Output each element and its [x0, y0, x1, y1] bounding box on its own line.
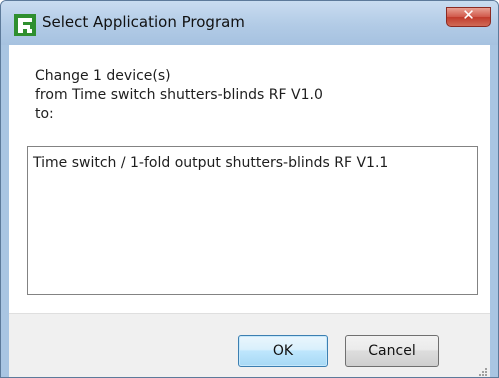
- cancel-button[interactable]: Cancel: [345, 335, 439, 367]
- message-line: Change 1 device(s): [35, 68, 171, 84]
- resize-grip-icon[interactable]: [478, 367, 488, 377]
- message-line: to:: [35, 106, 54, 122]
- dialog-window: Select Application Program ✕ Change 1 de…: [0, 0, 499, 378]
- close-icon: ✕: [462, 6, 475, 24]
- list-item[interactable]: Time switch / 1-fold output shutters-bli…: [30, 149, 475, 177]
- close-button[interactable]: ✕: [446, 6, 491, 27]
- button-bar: OK Cancel: [9, 313, 490, 377]
- dialog-body: Change 1 device(s) from Time switch shut…: [9, 45, 490, 377]
- window-title: Select Application Program: [42, 13, 245, 31]
- title-bar[interactable]: Select Application Program ✕: [1, 1, 498, 45]
- ets-app-icon: [14, 14, 36, 36]
- application-program-list[interactable]: Time switch / 1-fold output shutters-bli…: [27, 146, 478, 295]
- change-message: Change 1 device(s) from Time switch shut…: [35, 67, 323, 124]
- message-line: from Time switch shutters-blinds RF V1.0: [35, 87, 323, 103]
- ok-button[interactable]: OK: [238, 335, 328, 367]
